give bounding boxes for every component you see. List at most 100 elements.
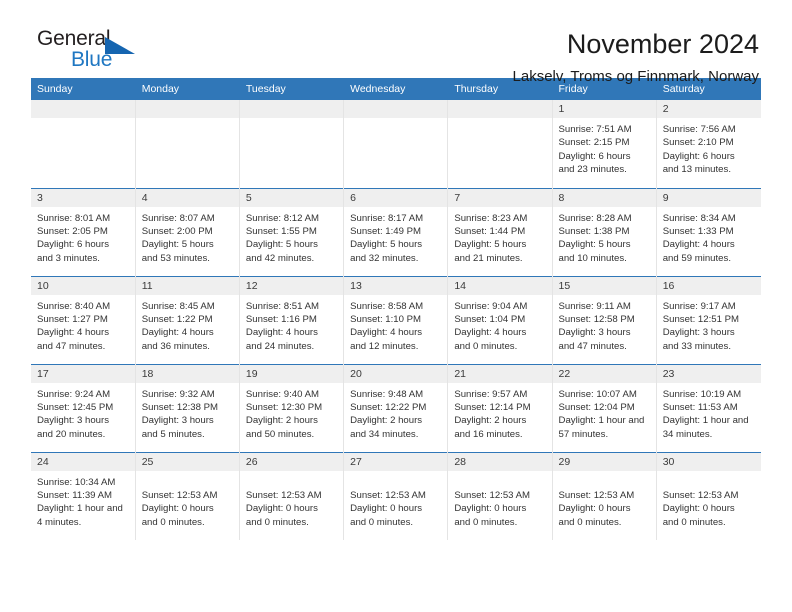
detail-line: Sunrise: 8:12 AM bbox=[245, 212, 319, 224]
day-number: 1 bbox=[552, 100, 656, 118]
calendar-day-cell[interactable]: 1 Sunrise: 7:51 AM Sunset: 2:15 PM Daylight… bbox=[552, 100, 657, 188]
detail-line: Sunrise: 8:51 AM bbox=[245, 300, 319, 312]
day-details: Sunrise: 8:07 AM Sunset: 2:00 PM Daylight:… bbox=[136, 207, 239, 266]
detail-line: 4 minutes. bbox=[37, 516, 82, 528]
calendar-day-cell[interactable]: 26 Sunset: 12:53 AM Daylight: 0 hours and 0… bbox=[239, 451, 345, 540]
day-number: 9 bbox=[656, 188, 761, 207]
day-details: Sunrise: 8:28 AM Sunset: 1:38 PM Daylight:… bbox=[553, 207, 656, 266]
day-details: Sunrise: 9:24 AM Sunset: 12:45 PM Daylight… bbox=[31, 383, 135, 442]
day-details: Sunrise: 9:32 AM Sunset: 12:38 PM Daylight… bbox=[136, 383, 239, 442]
detail-line: Sunrise: 10:34 AM bbox=[37, 476, 116, 488]
detail-line: Sunset: 2:15 PM bbox=[558, 137, 630, 149]
calendar-week-row: 24 Sunrise: 10:34 AM Sunset: 11:39 AM Dayli… bbox=[31, 451, 761, 540]
calendar-day-cell[interactable]: 18 Sunrise: 9:32 AM Sunset: 12:38 PM Daylig… bbox=[135, 363, 240, 452]
detail-line: Daylight: 1 hour and bbox=[662, 415, 749, 427]
day-details bbox=[136, 118, 239, 123]
calendar-day-cell[interactable]: 5 Sunrise: 8:12 AM Sunset: 1:55 PM Daylight… bbox=[239, 187, 345, 276]
detail-line: Sunset: 1:22 PM bbox=[141, 313, 213, 325]
detail-line: Daylight: 0 hours bbox=[245, 503, 318, 515]
detail-line: and 0 minutes. bbox=[662, 516, 726, 528]
detail-line: and 34 minutes. bbox=[350, 428, 419, 440]
calendar-day-cell[interactable]: 14 Sunrise: 9:04 AM Sunset: 1:04 PM Dayligh… bbox=[447, 275, 553, 364]
calendar-day-cell[interactable]: 24 Sunrise: 10:34 AM Sunset: 11:39 AM Dayli… bbox=[31, 451, 136, 540]
day-details: Sunrise: 9:48 AM Sunset: 12:22 PM Daylight… bbox=[344, 383, 447, 442]
detail-line: Sunrise: 8:58 AM bbox=[350, 300, 424, 312]
detail-line: Sunset: 12:53 AM bbox=[245, 489, 322, 501]
day-number bbox=[448, 100, 552, 118]
day-number: 26 bbox=[239, 452, 344, 471]
calendar-day-cell[interactable]: 7 Sunrise: 8:23 AM Sunset: 1:44 PM Daylight… bbox=[447, 187, 553, 276]
calendar-day-cell[interactable]: 13 Sunrise: 8:58 AM Sunset: 1:10 PM Dayligh… bbox=[343, 275, 449, 364]
day-details: Sunset: 12:53 AM Daylight: 0 hours and 0 m… bbox=[553, 471, 656, 530]
weekday-header-tuesday: Tuesday bbox=[239, 78, 345, 100]
detail-line: Sunrise: 9:48 AM bbox=[350, 388, 424, 400]
detail-line: Sunset: 12:53 AM bbox=[141, 489, 218, 501]
calendar-day-cell[interactable]: 12 Sunrise: 8:51 AM Sunset: 1:16 PM Dayligh… bbox=[239, 275, 345, 364]
calendar-day-cell[interactable]: 8 Sunrise: 8:28 AM Sunset: 1:38 PM Daylight… bbox=[552, 187, 657, 276]
calendar-day-cell[interactable]: 21 Sunrise: 9:57 AM Sunset: 12:14 PM Daylig… bbox=[447, 363, 553, 452]
detail-line: Sunset: 1:55 PM bbox=[245, 225, 317, 237]
day-details: Sunrise: 7:56 AM Sunset: 2:10 PM Daylight:… bbox=[657, 118, 761, 177]
calendar-cell-empty bbox=[31, 100, 136, 188]
detail-line: Sunset: 12:30 PM bbox=[245, 401, 323, 413]
calendar-day-cell[interactable]: 19 Sunrise: 9:40 AM Sunset: 12:30 PM Daylig… bbox=[239, 363, 345, 452]
detail-line: Sunset: 12:53 AM bbox=[558, 489, 635, 501]
calendar-table: Sunday Monday Tuesday Wednesday Thursday Frid… bbox=[31, 78, 762, 540]
day-number: 20 bbox=[344, 364, 448, 383]
calendar-day-cell[interactable]: 6 Sunrise: 8:17 AM Sunset: 1:49 PM Daylight… bbox=[343, 187, 449, 276]
calendar-day-cell[interactable]: 30 Sunset: 12:53 AM Daylight: 0 hours and 0… bbox=[656, 451, 761, 540]
detail-line: and 0 minutes. bbox=[350, 516, 414, 528]
detail-line: Daylight: 4 hours bbox=[37, 327, 109, 339]
logo-word-general: General bbox=[37, 27, 111, 50]
calendar-day-cell[interactable]: 25 Sunset: 12:53 AM Daylight: 0 hours and 0… bbox=[135, 451, 240, 540]
calendar-day-cell[interactable]: 17 Sunrise: 9:24 AM Sunset: 12:45 PM Daylig… bbox=[31, 363, 136, 452]
detail-line: Daylight: 2 hours bbox=[454, 415, 527, 427]
detail-line: Daylight: 4 hours bbox=[662, 239, 735, 251]
day-details bbox=[344, 118, 447, 123]
detail-line: and 10 minutes. bbox=[558, 252, 627, 264]
detail-line: and 12 minutes. bbox=[350, 340, 419, 352]
calendar-day-cell[interactable]: 20 Sunrise: 9:48 AM Sunset: 12:22 PM Daylig… bbox=[343, 363, 449, 452]
detail-line: Daylight: 1 hour and bbox=[558, 415, 645, 427]
calendar-day-cell[interactable]: 4 Sunrise: 8:07 AM Sunset: 2:00 PM Daylight… bbox=[135, 187, 240, 276]
calendar-day-cell[interactable]: 27 Sunset: 12:53 AM Daylight: 0 hours and 0… bbox=[343, 451, 449, 540]
calendar-day-cell[interactable]: 23 Sunrise: 10:19 AM Sunset: 11:53 AM Dayli… bbox=[656, 363, 761, 452]
blue-triangle-icon bbox=[105, 37, 135, 54]
detail-line: Sunrise: 10:19 AM bbox=[662, 388, 742, 400]
detail-line: and 5 minutes. bbox=[141, 428, 205, 440]
general-blue-logo[interactable]: General Blue bbox=[31, 27, 157, 70]
detail-line: and 32 minutes. bbox=[350, 252, 419, 264]
calendar-day-cell[interactable]: 22 Sunrise: 10:07 AM Sunset: 12:04 PM Dayli… bbox=[552, 363, 657, 452]
calendar-day-cell[interactable]: 28 Sunset: 12:53 AM Daylight: 0 hours and 0… bbox=[447, 451, 553, 540]
calendar-day-cell[interactable]: 10 Sunrise: 8:40 AM Sunset: 1:27 PM Dayligh… bbox=[31, 275, 136, 364]
day-details: Sunrise: 10:07 AM Sunset: 12:04 PM Dayligh… bbox=[553, 383, 656, 442]
day-details: Sunrise: 8:12 AM Sunset: 1:55 PM Daylight:… bbox=[240, 207, 343, 266]
detail-line: and 24 minutes. bbox=[245, 340, 315, 352]
detail-line: Sunset: 2:05 PM bbox=[37, 225, 108, 237]
detail-line: Sunset: 12:14 PM bbox=[454, 401, 531, 413]
detail-line: Daylight: 3 hours bbox=[662, 327, 735, 339]
detail-line: and 33 minutes. bbox=[662, 340, 731, 352]
calendar-day-cell[interactable]: 11 Sunrise: 8:45 AM Sunset: 1:22 PM Dayligh… bbox=[135, 275, 240, 364]
day-details: Sunrise: 8:58 AM Sunset: 1:10 PM Daylight:… bbox=[344, 295, 447, 354]
calendar-day-cell[interactable]: 9 Sunrise: 8:34 AM Sunset: 1:33 PM Daylight… bbox=[656, 187, 761, 276]
calendar-day-cell[interactable]: 29 Sunset: 12:53 AM Daylight: 0 hours and 0… bbox=[552, 451, 657, 540]
detail-line: and 47 minutes. bbox=[558, 340, 627, 352]
day-details: Sunrise: 9:17 AM Sunset: 12:51 PM Daylight… bbox=[657, 295, 761, 354]
calendar-day-cell[interactable]: 15 Sunrise: 9:11 AM Sunset: 12:58 PM Daylig… bbox=[552, 275, 657, 364]
detail-line: Daylight: 6 hours bbox=[37, 239, 109, 251]
detail-line-blank bbox=[663, 476, 754, 489]
day-details: Sunrise: 9:04 AM Sunset: 1:04 PM Daylight:… bbox=[448, 295, 551, 354]
detail-line: Daylight: 4 hours bbox=[350, 327, 423, 339]
detail-line: and 0 minutes. bbox=[245, 516, 309, 528]
calendar-day-cell[interactable]: 3 Sunrise: 8:01 AM Sunset: 2:05 PM Daylight… bbox=[31, 187, 136, 276]
day-details bbox=[448, 118, 551, 123]
calendar-day-cell[interactable]: 16 Sunrise: 9:17 AM Sunset: 12:51 PM Daylig… bbox=[656, 275, 761, 364]
weekday-header-sunday: Sunday bbox=[31, 78, 136, 100]
day-details: Sunset: 12:53 AM Daylight: 0 hours and 0 m… bbox=[344, 471, 447, 530]
calendar-week-row: 3 Sunrise: 8:01 AM Sunset: 2:05 PM Daylight… bbox=[31, 187, 761, 276]
detail-line-blank bbox=[142, 476, 232, 489]
calendar-day-cell[interactable]: 2 Sunrise: 7:56 AM Sunset: 2:10 PM Daylight… bbox=[656, 100, 761, 188]
detail-line: Daylight: 5 hours bbox=[558, 239, 631, 251]
day-details: Sunset: 12:53 AM Daylight: 0 hours and 0 m… bbox=[657, 471, 761, 530]
